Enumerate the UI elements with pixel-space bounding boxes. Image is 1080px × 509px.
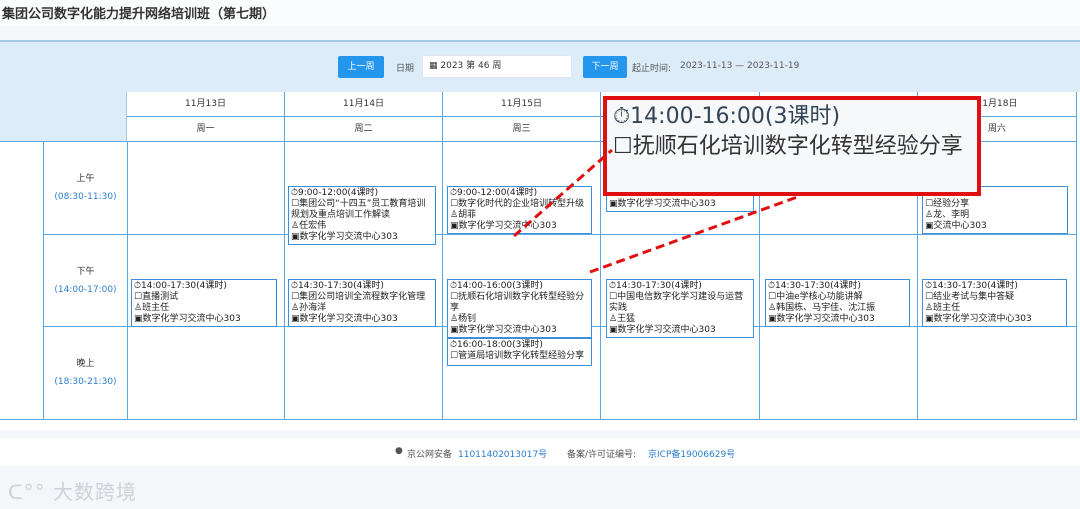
police-badge-icon: ●	[395, 446, 403, 456]
police-link[interactable]: 11011402013017号	[458, 447, 547, 460]
callout-line	[513, 148, 613, 238]
callout-lines	[513, 148, 801, 274]
watermark-logo: ᑕ°° 大数跨境	[8, 480, 137, 504]
icp-link[interactable]: 京ICP备19006629号	[648, 447, 735, 460]
police-label: 京公网安备	[407, 450, 453, 460]
icp-label: 备案/许可证编号:	[567, 450, 637, 460]
callout-line	[589, 194, 801, 274]
footer: ● 京公网安备 11011402013017号 备案/许可证编号: 京ICP备1…	[0, 438, 1080, 466]
